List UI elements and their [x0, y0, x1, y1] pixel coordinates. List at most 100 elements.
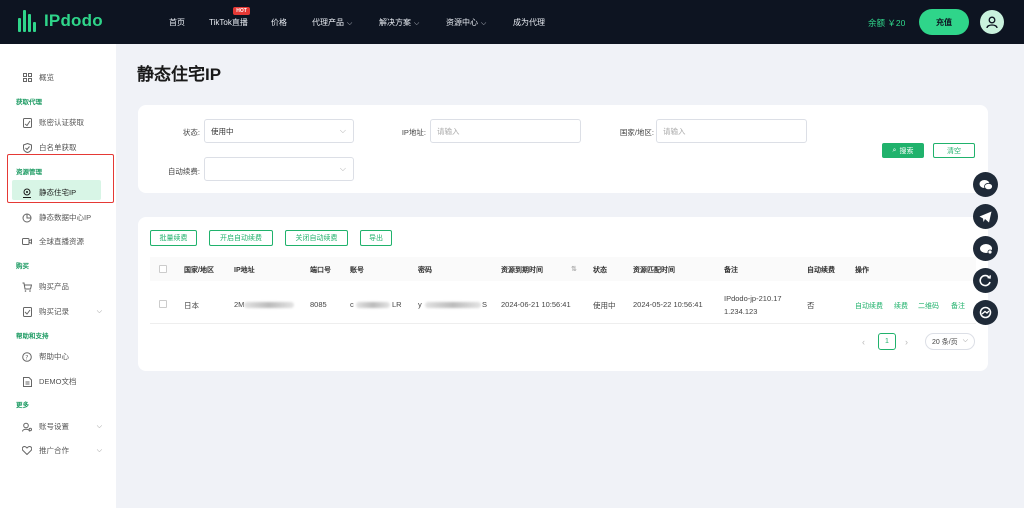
logo[interactable]: IPdodo: [18, 10, 103, 32]
select-all-checkbox[interactable]: [159, 265, 167, 273]
export-button[interactable]: 导出: [360, 230, 392, 246]
col-expire-time[interactable]: 资源到期时间: [501, 265, 543, 275]
country-label: 国家/地区:: [619, 128, 654, 137]
col-note: 备注: [724, 267, 738, 274]
auto-renew-select[interactable]: ⌵: [204, 157, 354, 181]
sidebar-item-static-datacenter-ip[interactable]: 静态数据中心IP: [22, 212, 102, 223]
prev-page-icon[interactable]: ‹: [862, 337, 865, 347]
cell-password-blurred: [425, 302, 481, 308]
telegram-button[interactable]: [973, 204, 998, 229]
cell-port: 8085: [310, 300, 327, 309]
sidebar-item-label: 推广合作: [39, 446, 69, 455]
video-icon: [22, 237, 32, 247]
chevron-down-icon: ⌵: [962, 337, 968, 344]
wechat-button[interactable]: [973, 172, 998, 197]
cell-match-time: 2024-05-22 10:56:41: [633, 300, 703, 309]
enable-auto-renew-button[interactable]: 开启自动续费: [209, 230, 273, 246]
col-actions: 操作: [855, 267, 869, 274]
avatar[interactable]: [980, 10, 1004, 34]
cell-account-end: LR: [392, 300, 402, 309]
recharge-button[interactable]: 充值: [919, 9, 969, 35]
sort-icon[interactable]: ⇅: [571, 265, 577, 273]
user-settings-icon: [22, 422, 32, 432]
qrcode-link[interactable]: 二维码: [918, 301, 939, 311]
status-select-value: 使用中: [211, 126, 234, 136]
col-ip: IP地址: [234, 267, 255, 274]
hot-badge: HOT: [233, 6, 250, 15]
sidebar-item-help-center[interactable]: ? 帮助中心: [22, 351, 102, 362]
sidebar-item-label: 帮助中心: [39, 352, 69, 361]
nav-proxy-products[interactable]: 代理产品 ⌵: [312, 17, 352, 28]
sidebar-item-static-residential-ip[interactable]: 静态住宅IP: [22, 187, 102, 198]
col-status: 状态: [593, 267, 607, 274]
chevron-down-icon: ⌵: [96, 307, 102, 315]
chevron-down-icon: ⌵: [481, 19, 487, 27]
balance: 余额 ￥20: [868, 18, 906, 28]
heart-handshake-icon: [22, 446, 32, 456]
country-input[interactable]: 请输入: [656, 119, 807, 143]
top-navbar: IPdodo 首页 TikTok直播 HOT 价格 代理产品 ⌵ 解决方案 ⌵ 资源…: [0, 0, 1024, 44]
support-button[interactable]: [973, 300, 998, 325]
col-match-time: 资源匹配时间: [633, 267, 675, 274]
sidebar-section-get-proxy: 获取代理: [16, 99, 42, 106]
sidebar-item-label: 静态数据中心IP: [39, 213, 92, 222]
sidebar-item-overview[interactable]: 概览: [22, 72, 102, 83]
sidebar-item-buy-record[interactable]: 购买记录 ⌵: [22, 306, 102, 317]
renew-link[interactable]: 续费: [894, 301, 908, 311]
auto-renew-link[interactable]: 自动续费: [855, 301, 883, 311]
sidebar-section-more: 更多: [16, 402, 29, 409]
search-icon: ⌕: [892, 146, 897, 154]
sidebar-item-whitelist[interactable]: 白名单获取: [22, 142, 102, 153]
chevron-down-icon: ⌵: [339, 164, 346, 173]
next-page-icon[interactable]: ›: [905, 337, 908, 347]
sidebar-item-buy-product[interactable]: 购买产品: [22, 281, 102, 292]
col-port: 端口号: [310, 267, 331, 274]
sidebar-item-demo-doc[interactable]: DEMO文档: [22, 376, 102, 387]
refresh-icon: [979, 274, 991, 287]
sidebar-item-account-auth[interactable]: 账密认证获取: [22, 117, 102, 128]
cell-ip-blurred: [244, 302, 294, 308]
nav-pricing[interactable]: 价格: [271, 17, 287, 28]
sidebar-item-global-live[interactable]: 全球直播资源: [22, 236, 102, 247]
grid-icon: [22, 73, 32, 83]
col-country: 国家/地区: [184, 267, 214, 274]
clear-button[interactable]: 清空: [933, 143, 975, 158]
sidebar-item-label: 白名单获取: [39, 143, 77, 152]
chat-bubble-icon: [979, 243, 992, 254]
svg-text:?: ?: [25, 354, 28, 361]
cell-password-end: S: [482, 300, 488, 309]
sidebar-item-label: DEMO文档: [39, 377, 77, 386]
cell-note-line1: IPdodo-jp-210.17: [724, 294, 782, 303]
status-select[interactable]: 使用中 ⌵: [204, 119, 354, 143]
note-link[interactable]: 备注: [951, 301, 965, 311]
ip-address-input[interactable]: 请输入: [430, 119, 581, 143]
cell-auto-renew: 否: [807, 301, 815, 310]
nav-become-agent[interactable]: 成为代理: [513, 17, 545, 28]
chevron-down-icon: ⌵: [414, 19, 420, 27]
sidebar-item-label: 购买产品: [39, 282, 69, 291]
cell-account-start: c: [350, 300, 354, 309]
cell-country: 日本: [184, 301, 199, 310]
page-title: 静态住宅IP: [137, 65, 222, 84]
chevron-down-icon: ⌵: [347, 19, 353, 27]
nav-resources[interactable]: 资源中心 ⌵: [446, 17, 486, 28]
nav-solutions[interactable]: 解决方案 ⌵: [379, 17, 419, 28]
page-size-select[interactable]: 20 条/页 ⌵: [925, 333, 975, 350]
bulk-renew-button[interactable]: 批量续费: [150, 230, 197, 246]
nav-tiktok-live[interactable]: TikTok直播 HOT: [209, 6, 250, 28]
refresh-button[interactable]: [973, 268, 998, 293]
user-icon: [986, 16, 998, 29]
disable-auto-renew-button[interactable]: 关闭自动续费: [285, 230, 348, 246]
nav-home[interactable]: 首页: [169, 17, 185, 28]
chevron-down-icon: ⌵: [96, 422, 102, 430]
page-1-button[interactable]: 1: [878, 333, 896, 350]
sidebar-item-account-settings[interactable]: 账号设置 ⌵: [22, 421, 102, 432]
search-button[interactable]: ⌕ 搜索: [882, 143, 924, 158]
sidebar-item-label: 静态住宅IP: [39, 188, 77, 197]
chat-button[interactable]: [973, 236, 998, 261]
sidebar-section-resource: 资源管理: [16, 169, 42, 176]
sidebar-item-promo[interactable]: 推广合作 ⌵: [22, 445, 102, 456]
chevron-down-icon: ⌵: [96, 446, 102, 454]
cell-ip: 2M: [234, 300, 245, 309]
row-checkbox[interactable]: [159, 300, 167, 308]
